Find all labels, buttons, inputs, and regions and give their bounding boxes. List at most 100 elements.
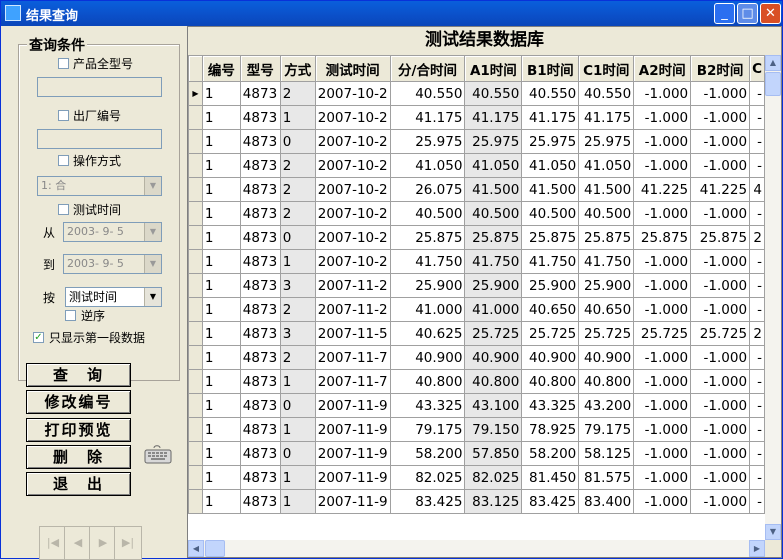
table-cell[interactable]: 81.450 bbox=[521, 465, 580, 490]
table-cell[interactable]: 1 bbox=[201, 441, 241, 466]
table-cell[interactable]: 4873 bbox=[239, 297, 281, 322]
table-cell[interactable]: 25.875 bbox=[464, 225, 523, 250]
table-row[interactable]: 1 4873 2 2007-10-2 26.075 41.500 41.500 41.500 4… bbox=[188, 177, 765, 202]
row-indicator[interactable] bbox=[188, 321, 203, 346]
table-cell[interactable]: -1.000 bbox=[690, 105, 751, 130]
table-cell[interactable]: 4873 bbox=[239, 81, 281, 106]
horizontal-scrollbar[interactable]: ◀ ▶ bbox=[188, 540, 765, 557]
table-cell[interactable]: 1 bbox=[201, 153, 241, 178]
table-cell[interactable]: 4873 bbox=[239, 105, 281, 130]
table-row[interactable]: 1 4873 1 2007-10-2 41.750 41.750 41.750 41.750-… bbox=[188, 249, 765, 274]
table-cell[interactable]: 40.500 bbox=[578, 201, 635, 226]
table-cell[interactable]: 43.325 bbox=[521, 393, 580, 418]
row-indicator[interactable] bbox=[188, 105, 203, 130]
table-cell[interactable]: 41.750 bbox=[521, 249, 580, 274]
table-cell[interactable]: 1 bbox=[279, 465, 316, 490]
table-cell[interactable]: 4873 bbox=[239, 489, 281, 514]
table-cell[interactable]: 40.500 bbox=[389, 201, 466, 226]
row-indicator[interactable] bbox=[188, 345, 203, 370]
table-cell[interactable]: 41.500 bbox=[464, 177, 523, 202]
table-cell[interactable]: 58.200 bbox=[389, 441, 466, 466]
table-cell[interactable]: 2 bbox=[279, 81, 316, 106]
table-cell[interactable]: 41.225 bbox=[633, 177, 692, 202]
table-cell[interactable]: 2007-10-2 bbox=[314, 81, 391, 106]
table-cell[interactable]: 40.550 bbox=[521, 81, 580, 106]
next-record-button[interactable]: ▶ bbox=[89, 526, 117, 560]
table-cell[interactable]: - bbox=[749, 129, 765, 154]
row-indicator[interactable]: ▶ bbox=[188, 81, 203, 106]
table-cell[interactable]: 2007-11-9 bbox=[314, 393, 391, 418]
query-button[interactable]: 查 询 bbox=[26, 363, 131, 387]
row-indicator[interactable] bbox=[188, 489, 203, 514]
row-indicator[interactable] bbox=[188, 225, 203, 250]
row-indicator[interactable] bbox=[188, 369, 203, 394]
table-cell[interactable]: 41.750 bbox=[464, 249, 523, 274]
table-cell[interactable]: 40.900 bbox=[389, 345, 466, 370]
table-cell[interactable]: 1 bbox=[201, 321, 241, 346]
table-row[interactable]: 1 4873 3 2007-11-5 40.625 25.725 25.725 25.725 2… bbox=[188, 321, 765, 346]
table-row[interactable]: 1 4873 2 2007-11-2 41.000 41.000 40.650 40.650-… bbox=[188, 297, 765, 322]
table-cell[interactable]: 25.875 bbox=[633, 225, 692, 250]
table-cell[interactable]: 40.650 bbox=[578, 297, 635, 322]
table-cell[interactable]: 4873 bbox=[239, 321, 281, 346]
table-cell[interactable]: 2007-10-2 bbox=[314, 177, 391, 202]
table-cell[interactable]: 1 bbox=[201, 369, 241, 394]
table-cell[interactable]: 1 bbox=[201, 249, 241, 274]
table-cell[interactable]: 41.175 bbox=[389, 105, 466, 130]
table-cell[interactable]: 1 bbox=[201, 225, 241, 250]
table-row[interactable]: 1 4873 0 2007-11-9 43.325 43.100 43.325 43.200-… bbox=[188, 393, 765, 418]
full-model-field[interactable] bbox=[37, 77, 162, 97]
table-row[interactable]: 1 4873 0 2007-10-2 25.975 25.975 25.975 25.975-… bbox=[188, 129, 765, 154]
table-cell[interactable]: 4873 bbox=[239, 177, 281, 202]
table-cell[interactable]: 41.050 bbox=[389, 153, 466, 178]
table-cell[interactable]: -1.000 bbox=[633, 249, 692, 274]
table-cell[interactable]: 2 bbox=[749, 321, 765, 346]
table-cell[interactable]: 25.975 bbox=[521, 129, 580, 154]
table-cell[interactable]: 40.625 bbox=[389, 321, 466, 346]
table-cell[interactable]: 40.900 bbox=[578, 345, 635, 370]
table-cell[interactable]: - bbox=[749, 417, 765, 442]
table-cell[interactable]: 40.650 bbox=[521, 297, 580, 322]
table-cell[interactable]: 2 bbox=[279, 297, 316, 322]
table-cell[interactable]: 40.900 bbox=[521, 345, 580, 370]
table-cell[interactable]: - bbox=[749, 393, 765, 418]
scroll-left-icon[interactable]: ◀ bbox=[188, 540, 204, 557]
row-indicator[interactable] bbox=[188, 177, 203, 202]
table-cell[interactable]: 25.875 bbox=[690, 225, 751, 250]
delete-button[interactable]: 删 除 bbox=[26, 445, 131, 469]
table-cell[interactable]: 4873 bbox=[239, 393, 281, 418]
table-cell[interactable]: 41.750 bbox=[389, 249, 466, 274]
table-row[interactable]: 1 4873 3 2007-11-2 25.900 25.900 25.900 25.900-… bbox=[188, 273, 765, 298]
scroll-right-icon[interactable]: ▶ bbox=[749, 540, 765, 557]
table-cell[interactable]: 1 bbox=[201, 345, 241, 370]
horizontal-scroll-thumb[interactable] bbox=[205, 540, 225, 557]
table-cell[interactable]: 2007-10-2 bbox=[314, 129, 391, 154]
table-cell[interactable]: -1.000 bbox=[690, 345, 751, 370]
first-segment-only-checkbox[interactable]: ✓ bbox=[33, 332, 44, 343]
print-preview-button[interactable]: 打印预览 bbox=[26, 418, 131, 442]
table-row[interactable]: ▶ 1 4873 2 2007-10-2 40.550 40.550 40.550 40.550… bbox=[188, 81, 765, 106]
op-mode-checkbox[interactable] bbox=[58, 155, 69, 166]
results-grid[interactable]: 编号 型号 方式 测试时间 分/合时间 A1时间 B1时间 C1时间 A2时间 B2时间 C ▶ 1 4… bbox=[188, 55, 765, 540]
title-bar[interactable]: 结果查询 _ □ ✕ bbox=[1, 1, 782, 26]
table-cell[interactable]: 2007-11-5 bbox=[314, 321, 391, 346]
table-cell[interactable]: 40.800 bbox=[578, 369, 635, 394]
table-cell[interactable]: 1 bbox=[201, 465, 241, 490]
table-cell[interactable]: 2 bbox=[279, 201, 316, 226]
table-cell[interactable]: 1 bbox=[201, 177, 241, 202]
table-cell[interactable]: - bbox=[749, 201, 765, 226]
row-indicator[interactable] bbox=[188, 465, 203, 490]
table-cell[interactable]: - bbox=[749, 105, 765, 130]
chevron-down-icon[interactable]: ▼ bbox=[144, 255, 161, 273]
row-indicator[interactable] bbox=[188, 393, 203, 418]
table-cell[interactable]: 41.000 bbox=[464, 297, 523, 322]
table-cell[interactable]: 4873 bbox=[239, 153, 281, 178]
column-header[interactable]: 测试时间 bbox=[314, 55, 391, 82]
row-indicator[interactable] bbox=[188, 297, 203, 322]
column-header[interactable]: 编号 bbox=[201, 55, 241, 82]
table-cell[interactable]: -1.000 bbox=[633, 345, 692, 370]
vertical-scroll-thumb[interactable] bbox=[765, 72, 781, 96]
table-cell[interactable]: -1.000 bbox=[633, 153, 692, 178]
table-cell[interactable]: -1.000 bbox=[690, 417, 751, 442]
table-cell[interactable]: 2007-11-9 bbox=[314, 465, 391, 490]
